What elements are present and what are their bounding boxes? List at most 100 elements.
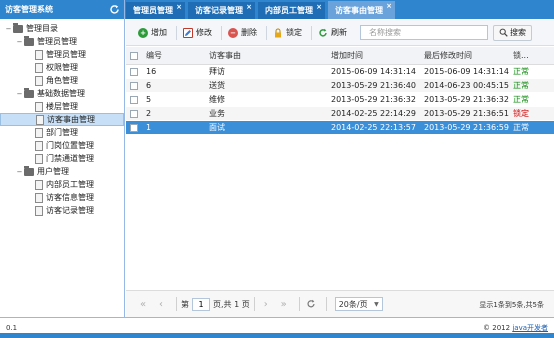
collapse-icon[interactable]: −: [15, 167, 24, 176]
refresh-icon[interactable]: [106, 2, 122, 18]
tab[interactable]: 内部员工管理 ×: [258, 2, 325, 19]
table-row[interactable]: 5 维修 2013-05-29 21:36:32 2013-05-29 21:36:3…: [126, 93, 554, 107]
col-lock-header[interactable]: 锁...: [509, 50, 554, 61]
tab[interactable]: 管理员管理 ×: [126, 2, 185, 19]
col-modified-header[interactable]: 最后修改时间: [420, 50, 509, 61]
pager-divider: [253, 297, 255, 311]
col-id-header[interactable]: 编号: [142, 50, 205, 61]
collapse-icon[interactable]: −: [4, 24, 13, 33]
first-page-icon[interactable]: «: [136, 297, 150, 311]
collapse-icon[interactable]: −: [15, 37, 24, 46]
page-size-select[interactable]: 20条/页 ▼: [334, 297, 383, 311]
tree-node[interactable]: 门岗位置管理: [0, 139, 124, 152]
tree-node[interactable]: − 管理目录: [0, 22, 124, 35]
folder-icon: [24, 165, 34, 176]
search-button[interactable]: 搜索: [493, 24, 532, 41]
select-all-checkbox[interactable]: [126, 51, 142, 60]
tree-node[interactable]: 管理员管理: [0, 48, 124, 61]
edit-icon: [183, 27, 193, 38]
table-row[interactable]: 2 业务 2014-02-25 22:14:29 2013-05-29 21:36:5…: [126, 107, 554, 121]
table-row[interactable]: 16 拜访 2015-06-09 14:31:14 2015-06-09 14:31:…: [126, 65, 554, 79]
close-icon[interactable]: ×: [316, 3, 322, 11]
lock-button[interactable]: 锁定: [269, 25, 306, 41]
tab[interactable]: 访客记录管理 ×: [188, 2, 255, 19]
tree-node[interactable]: 访客信息管理: [0, 191, 124, 204]
refresh-button[interactable]: 刷新: [314, 25, 351, 41]
cell-id: 5: [146, 95, 152, 104]
tab[interactable]: 访客事由管理 ×: [328, 1, 395, 19]
grid-header: 编号 访客事由 增加时间 最后修改时间 锁...: [126, 47, 554, 65]
table-row[interactable]: 6 送货 2013-05-29 21:36:40 2014-06-23 00:45:1…: [126, 79, 554, 93]
data-grid: 编号 访客事由 增加时间 最后修改时间 锁... 16 拜访 2015-06-09 …: [126, 47, 554, 290]
copyright: © 2012 java开发者: [483, 323, 548, 333]
close-icon[interactable]: ×: [386, 2, 392, 10]
prev-page-icon[interactable]: ‹: [154, 297, 168, 311]
page-number-input[interactable]: [192, 297, 210, 311]
tree-node-label: 用户管理: [37, 167, 69, 176]
tab-label: 管理员管理: [133, 6, 173, 15]
tree-node-label: 管理员管理: [37, 37, 77, 46]
edit-label: 修改: [196, 28, 212, 37]
row-checkbox[interactable]: [126, 95, 142, 104]
row-checkbox[interactable]: [126, 81, 142, 90]
next-page-icon[interactable]: ›: [259, 297, 273, 311]
tree-node-label: 管理目录: [26, 24, 58, 33]
search-input[interactable]: [360, 25, 488, 40]
tree-node[interactable]: 部门管理: [0, 126, 124, 139]
tree-node-label: 访客事由管理: [47, 115, 95, 124]
edit-button[interactable]: 修改: [179, 25, 216, 41]
tree-node[interactable]: 角色管理: [0, 74, 124, 87]
tree-node[interactable]: 门禁通道管理: [0, 152, 124, 165]
cell-added: 2015-06-09 14:31:14: [331, 67, 416, 76]
pager-divider: [298, 297, 300, 311]
grid-body: 16 拜访 2015-06-09 14:31:14 2015-06-09 14:31:…: [126, 65, 554, 135]
close-icon[interactable]: ×: [176, 3, 182, 11]
pager-divider: [176, 297, 177, 311]
col-name-header[interactable]: 访客事由: [205, 50, 327, 61]
file-icon: [36, 114, 44, 125]
add-label: 增加: [151, 28, 167, 37]
tree-node[interactable]: 楼层管理: [0, 100, 124, 113]
row-checkbox[interactable]: [126, 123, 142, 132]
tree-node[interactable]: 访客事由管理: [0, 113, 124, 126]
file-icon: [35, 101, 43, 112]
delete-button[interactable]: − 删除: [224, 25, 261, 41]
close-icon[interactable]: ×: [246, 3, 252, 11]
tab-label: 访客记录管理: [195, 6, 243, 15]
chevron-down-icon: ▼: [374, 300, 379, 308]
delete-label: 删除: [241, 28, 257, 37]
refresh-icon: [318, 28, 328, 38]
add-button[interactable]: + 增加: [134, 25, 171, 41]
file-icon: [35, 127, 43, 138]
toolbar-divider: [221, 25, 222, 40]
cell-name: 业务: [209, 109, 225, 118]
tree-node-label: 访客信息管理: [46, 193, 94, 202]
left-nav-panel: 访客管理系统 − 管理目录 − 管理员管理 管理员管理 权限管理 角色管理 − 基础数据管理 楼层…: [0, 0, 125, 317]
row-checkbox[interactable]: [126, 109, 142, 118]
row-checkbox[interactable]: [126, 67, 142, 76]
tree-node[interactable]: 权限管理: [0, 61, 124, 74]
file-icon: [35, 62, 43, 73]
folder-icon: [13, 22, 23, 33]
tree-node-label: 部门管理: [46, 128, 78, 137]
tree-node-label: 门禁通道管理: [46, 154, 94, 163]
table-row[interactable]: 1 面试 2014-02-25 22:13:57 2013-05-29 21:36:5…: [126, 121, 554, 135]
cell-added: 2013-05-29 21:36:32: [331, 95, 416, 104]
reload-icon[interactable]: [304, 297, 318, 311]
page-total: 页,共 1 页: [213, 299, 250, 309]
last-page-icon[interactable]: »: [277, 297, 291, 311]
add-icon: +: [138, 27, 148, 38]
tree-node[interactable]: − 基础数据管理: [0, 87, 124, 100]
col-added-header[interactable]: 增加时间: [327, 50, 420, 61]
file-icon: [35, 49, 43, 60]
file-icon: [35, 205, 43, 216]
cell-id: 16: [146, 67, 157, 76]
tree-node[interactable]: 访客记录管理: [0, 204, 124, 217]
collapse-icon[interactable]: −: [15, 89, 24, 98]
tree-node[interactable]: 内部员工管理: [0, 178, 124, 191]
cell-status: 正常: [513, 123, 529, 132]
tree-node[interactable]: − 用户管理: [0, 165, 124, 178]
tree-node[interactable]: − 管理员管理: [0, 35, 124, 48]
copyright-link[interactable]: java开发者: [512, 324, 548, 332]
